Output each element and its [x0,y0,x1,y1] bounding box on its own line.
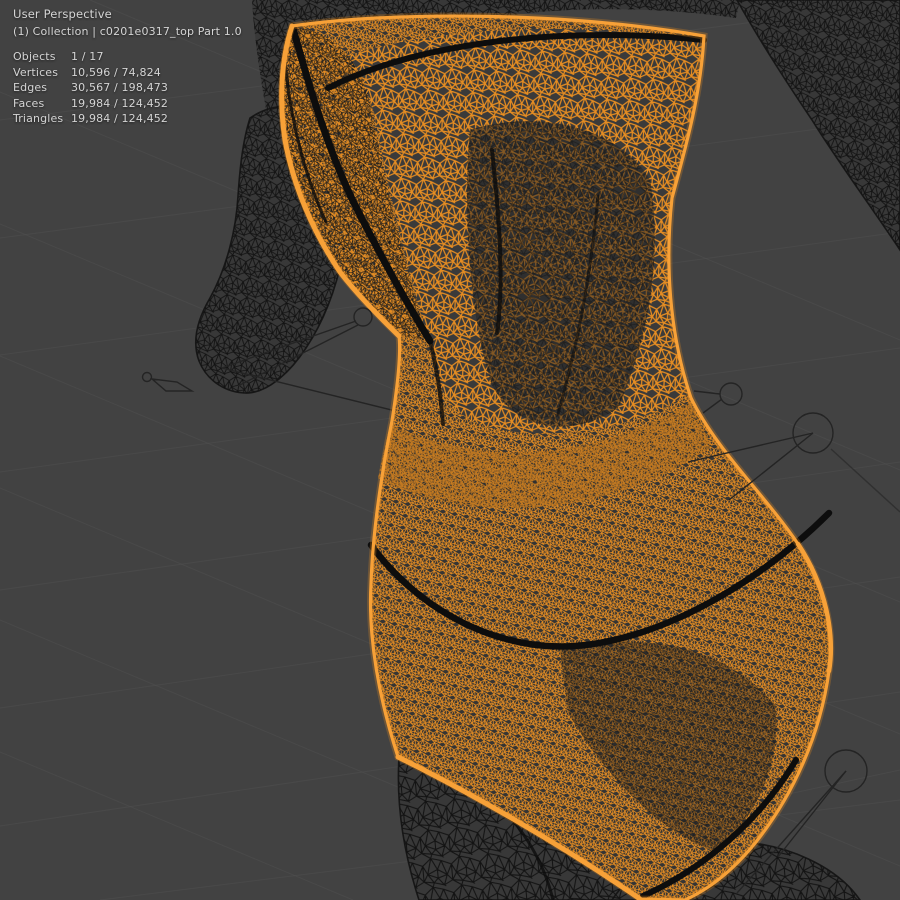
bone-hand-tip[interactable] [143,373,193,392]
body-raised-arm-mesh [737,0,900,250]
blender-3d-viewport[interactable]: User Perspective (1) Collection | c0201e… [0,0,900,900]
bone-hip-small[interactable] [694,383,742,413]
viewport-canvas[interactable] [0,0,900,900]
garment-mesh-object-selected[interactable] [282,16,831,900]
